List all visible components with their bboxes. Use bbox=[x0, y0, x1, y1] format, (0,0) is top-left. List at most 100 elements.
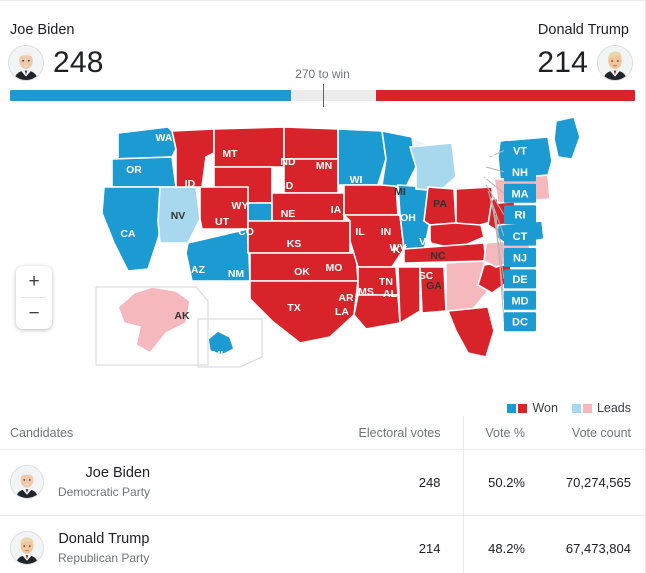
state-mi[interactable] bbox=[408, 142, 457, 192]
callout-label-ct: CT bbox=[513, 231, 528, 243]
legend-swatch-leads-red bbox=[582, 403, 592, 413]
state-ms[interactable] bbox=[397, 266, 421, 325]
progress-bar-blue bbox=[10, 90, 292, 101]
legend-label-won: Won bbox=[532, 401, 558, 415]
map-zoom-in-button[interactable]: + bbox=[16, 266, 52, 297]
avatar-donald-trump bbox=[10, 531, 44, 566]
state-or[interactable] bbox=[111, 156, 177, 188]
legend-swatch-won-red bbox=[518, 403, 528, 413]
state-label-az: AZ bbox=[191, 264, 206, 276]
state-label-hi: HI bbox=[213, 349, 224, 361]
column-header-vote-pct: Vote % bbox=[462, 416, 535, 450]
results-table-header-row: Candidates Electoral votes Vote % Vote c… bbox=[0, 416, 645, 450]
legend-item-won: Won bbox=[507, 401, 558, 415]
state-ia[interactable] bbox=[343, 184, 399, 216]
cell-vote-pct: 50.2% bbox=[462, 449, 535, 516]
state-label-fl: FL bbox=[428, 322, 441, 334]
progress-bar-threshold-tick bbox=[322, 84, 324, 107]
state-label-nv: NV bbox=[171, 210, 186, 222]
legend-label-leads: Leads bbox=[596, 401, 631, 415]
state-label-wa: WA bbox=[156, 132, 173, 144]
state-label-wi: WI bbox=[350, 174, 363, 186]
candidate-party: Democratic Party bbox=[58, 484, 151, 499]
state-label-ny: NY bbox=[475, 171, 490, 183]
legend-swatch-won-blue bbox=[507, 403, 517, 413]
progress-bar-red bbox=[375, 90, 635, 101]
cell-vote-count: 70,274,565 bbox=[565, 475, 631, 490]
legend-swatch-leads-blue bbox=[571, 403, 581, 413]
candidate-name: Donald Trump bbox=[58, 531, 150, 548]
cell-vote-count: 67,473,804 bbox=[565, 541, 631, 556]
state-label-mi: MI bbox=[394, 186, 406, 198]
column-header-vote-count: Vote count bbox=[571, 426, 631, 440]
state-wi[interactable] bbox=[381, 129, 417, 188]
avatar-joe-biden bbox=[10, 465, 44, 500]
state-label-al: AL bbox=[383, 288, 398, 300]
callout-label-dc: DC bbox=[512, 317, 528, 329]
state-label-ar: AR bbox=[338, 292, 354, 304]
callout-label-ri: RI bbox=[515, 210, 526, 222]
right-candidate-name: Donald Trump bbox=[537, 22, 629, 38]
column-header-candidates: Candidates bbox=[10, 426, 74, 440]
left-candidate-name: Joe Biden bbox=[10, 22, 75, 38]
cell-electoral-votes: 214 bbox=[418, 541, 441, 556]
state-me[interactable] bbox=[553, 116, 581, 160]
state-label-wv: WV bbox=[390, 242, 407, 254]
state-label-ks: KS bbox=[287, 238, 302, 250]
state-label-mo: MO bbox=[326, 262, 343, 274]
legend-swatch-leads bbox=[571, 403, 592, 413]
state-label-sd: SD bbox=[279, 180, 294, 192]
state-label-in: IN bbox=[381, 226, 392, 238]
results-table-head: Candidates Electoral votes Vote % Vote c… bbox=[0, 416, 645, 450]
map-legend: Won Leads bbox=[507, 401, 631, 415]
state-label-ne: NE bbox=[281, 208, 296, 220]
state-label-ut: UT bbox=[215, 216, 230, 228]
state-label-va: VA bbox=[419, 236, 433, 248]
state-label-wy: WY bbox=[232, 200, 249, 212]
table-row[interactable]: Joe Biden Democratic Party 248 50.2% 70,274,… bbox=[0, 449, 645, 516]
callout-label-de: DE bbox=[512, 274, 527, 286]
state-label-or: OR bbox=[126, 164, 142, 176]
cell-electoral-votes: 248 bbox=[418, 475, 441, 490]
table-row[interactable]: Donald Trump Republican Party 214 48.2% 67,4… bbox=[0, 515, 645, 573]
cell-vote-pct: 48.2% bbox=[462, 515, 535, 573]
state-label-tx: TX bbox=[287, 302, 300, 314]
state-label-mt: MT bbox=[222, 148, 238, 160]
state-label-mn: MN bbox=[316, 160, 332, 172]
state-mt[interactable] bbox=[213, 126, 285, 168]
state-label-nd: ND bbox=[280, 156, 296, 168]
map-zoom-controls[interactable]: + − bbox=[16, 266, 52, 329]
state-label-me: ME bbox=[480, 147, 496, 159]
callout-label-md: MD bbox=[511, 295, 528, 307]
column-header-electoral-votes: Electoral votes bbox=[358, 426, 441, 440]
state-fl[interactable] bbox=[446, 306, 495, 358]
election-results-page: Joe Biden 248 Donald Trump 214 270 to wi… bbox=[0, 0, 646, 573]
state-label-ia: IA bbox=[331, 204, 342, 216]
state-label-pa: PA bbox=[433, 198, 447, 210]
state-label-nc: NC bbox=[430, 250, 446, 262]
cell-candidate: Joe Biden Democratic Party bbox=[0, 450, 341, 516]
state-label-id: ID bbox=[185, 178, 196, 190]
results-table-body: Joe Biden Democratic Party 248 50.2% 70,274,… bbox=[0, 449, 645, 573]
state-label-ok: OK bbox=[294, 266, 310, 278]
state-label-ca: CA bbox=[120, 228, 136, 240]
state-label-oh: OH bbox=[400, 212, 416, 224]
map-zoom-out-button[interactable]: − bbox=[16, 298, 52, 329]
electoral-map[interactable]: VT NH MA RI CT NJ DE MD DC WA OR CA NV ID MT WY UT AZ CO N… bbox=[0, 111, 645, 416]
state-label-tn: TN bbox=[379, 276, 393, 288]
callout-label-ma: MA bbox=[511, 188, 528, 200]
us-map-svg[interactable]: VT NH MA RI CT NJ DE MD DC WA OR CA NV ID MT WYUT AZ CO N… bbox=[0, 111, 646, 411]
state-label-la: LA bbox=[335, 306, 349, 318]
results-table: Candidates Electoral votes Vote % Vote c… bbox=[0, 416, 645, 573]
cell-candidate: Donald Trump Republican Party bbox=[0, 516, 341, 573]
legend-item-leads: Leads bbox=[571, 401, 631, 415]
electoral-progress-bar bbox=[10, 84, 635, 107]
state-la[interactable] bbox=[353, 294, 401, 330]
callout-label-nj: NJ bbox=[513, 253, 527, 265]
state-nd[interactable] bbox=[283, 126, 339, 160]
legend-swatch-won bbox=[507, 403, 528, 413]
state-label-ak: AK bbox=[174, 310, 190, 322]
scoreboard: Joe Biden 248 Donald Trump 214 270 to wi… bbox=[0, 1, 645, 109]
threshold-label: 270 to win bbox=[295, 67, 350, 81]
callout-label-nh: NH bbox=[512, 167, 528, 179]
